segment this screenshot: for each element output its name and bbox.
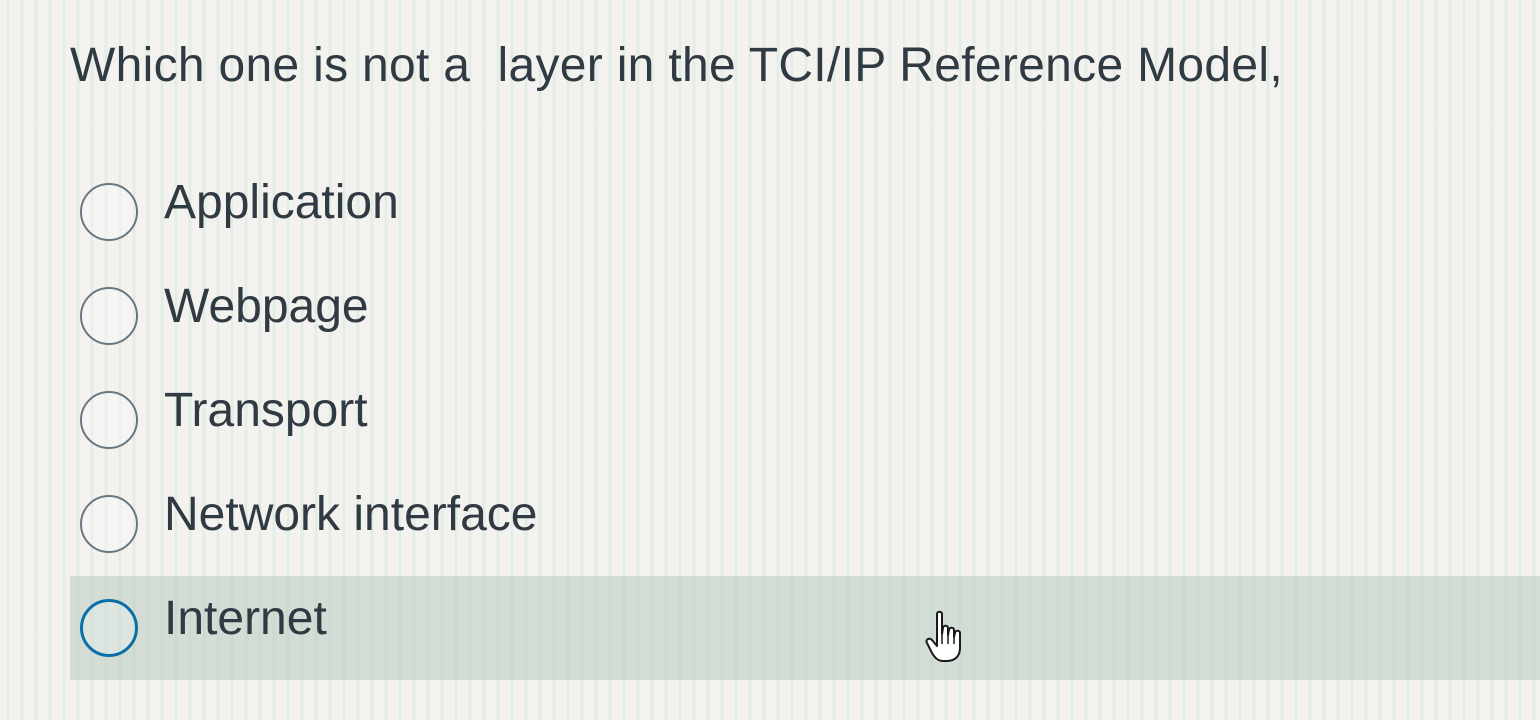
- quiz-question-panel: Which one is not a layer in the TCI/IP R…: [0, 0, 1540, 720]
- answer-list: Application Webpage Transport Network in…: [70, 160, 1540, 680]
- answer-label: Network interface: [164, 488, 538, 541]
- pointer-hand-icon: [925, 610, 961, 662]
- radio-button[interactable]: [80, 599, 138, 657]
- answer-option-network-interface[interactable]: Network interface: [70, 472, 1540, 576]
- radio-button[interactable]: [80, 495, 138, 553]
- answer-label: Internet: [164, 592, 327, 645]
- radio-button[interactable]: [80, 183, 138, 241]
- answer-label: Webpage: [164, 280, 369, 333]
- answer-label: Application: [164, 176, 399, 229]
- answer-option-transport[interactable]: Transport: [70, 368, 1540, 472]
- answer-option-internet[interactable]: Internet: [70, 576, 1540, 680]
- radio-button[interactable]: [80, 391, 138, 449]
- answer-label: Transport: [164, 384, 368, 437]
- answer-option-webpage[interactable]: Webpage: [70, 264, 1540, 368]
- radio-button[interactable]: [80, 287, 138, 345]
- question-text: Which one is not a layer in the TCI/IP R…: [70, 39, 1283, 92]
- answer-option-application[interactable]: Application: [70, 160, 1540, 264]
